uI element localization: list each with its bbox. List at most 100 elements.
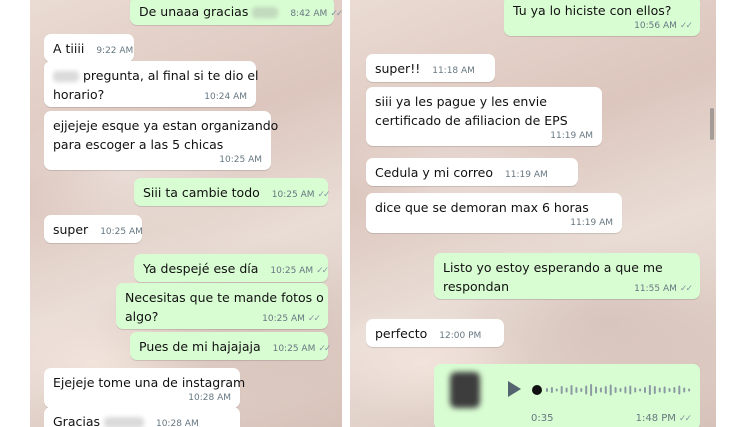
waveform-bar bbox=[658, 387, 661, 393]
message-bubble-incoming[interactable]: siii ya les pague y les envie certificad… bbox=[366, 87, 602, 146]
waveform-bar bbox=[595, 386, 597, 394]
message-time: 10:25 AM bbox=[219, 155, 262, 165]
waveform-bar bbox=[634, 387, 637, 393]
waveform-bar bbox=[585, 385, 588, 395]
waveform-bar bbox=[619, 388, 622, 392]
waveform-bar bbox=[639, 388, 642, 392]
message-bubble-outgoing[interactable]: De unaaa gracias 8:42 AM ✓✓ bbox=[130, 0, 342, 25]
message-bubble-incoming[interactable]: pregunta, al final si te dio el horario?… bbox=[44, 61, 259, 107]
message-bubble-outgoing[interactable]: Siii ta cambie todo 10:25 AM ✓✓ bbox=[134, 178, 331, 206]
chat-panel-right: Tu ya lo hiciste con ellos? 10:56 AM ✓✓ s… bbox=[350, 0, 716, 427]
waveform[interactable] bbox=[532, 382, 692, 398]
double-check-icon: ✓✓ bbox=[307, 314, 321, 324]
redacted-name bbox=[53, 71, 79, 82]
message-bubble-incoming[interactable]: super 10:25 AM bbox=[44, 215, 143, 243]
message-time: 10:25 AM bbox=[271, 190, 315, 200]
message-bubble-incoming[interactable]: Cedula y mi correo 11:19 AM bbox=[366, 158, 578, 186]
waveform-bar bbox=[590, 384, 593, 396]
message-text: Ejejeje tome una de instagram bbox=[53, 375, 246, 390]
redacted-name bbox=[252, 7, 279, 18]
waveform-bar bbox=[609, 384, 612, 396]
message-text: Cedula y mi correo bbox=[375, 165, 494, 180]
waveform-bar bbox=[604, 386, 607, 394]
message-text-line2: para escoger a las 5 chicas bbox=[53, 137, 224, 152]
waveform-bar bbox=[683, 387, 686, 393]
waveform-bar bbox=[570, 385, 573, 395]
message-bubble-outgoing[interactable]: Tu ya lo hiciste con ellos? 10:56 AM ✓✓ bbox=[504, 0, 700, 36]
message-bubble-outgoing[interactable]: Necesitas que te mande fotos o algo? 10:… bbox=[116, 283, 328, 329]
waveform-bar bbox=[546, 388, 548, 392]
redacted-name bbox=[104, 417, 144, 427]
scrollbar[interactable] bbox=[710, 108, 714, 140]
message-bubble-incoming[interactable]: ejjejeje esque ya estan organizando para… bbox=[44, 111, 279, 170]
voice-duration: 0:35 bbox=[531, 413, 554, 424]
message-text: A tiiii bbox=[53, 41, 85, 56]
message-time: 8:42 AM bbox=[290, 9, 328, 19]
message-bubble-incoming[interactable]: Gracias 10:28 AM bbox=[44, 407, 240, 427]
message-bubble-incoming[interactable]: dice que se demoran max 6 horas 11:19 AM bbox=[366, 193, 622, 233]
message-time: 10:25 AM bbox=[272, 344, 316, 354]
message-time: 9:22 AM bbox=[96, 46, 134, 56]
message-text: dice que se demoran max 6 horas bbox=[375, 200, 589, 215]
voice-note-bubble[interactable]: 0:35 1:48 PM ✓✓ bbox=[434, 364, 700, 427]
message-bubble-incoming[interactable]: super!! 11:18 AM bbox=[366, 54, 495, 82]
double-check-icon: ✓✓ bbox=[679, 284, 693, 294]
waveform-bar bbox=[555, 388, 558, 392]
message-text-line1: Necesitas que te mande fotos o bbox=[125, 290, 324, 305]
avatar bbox=[450, 372, 480, 408]
waveform-bar bbox=[673, 387, 676, 393]
double-check-icon: ✓✓ bbox=[317, 190, 331, 200]
message-time: 11:19 AM bbox=[550, 131, 593, 141]
waveform-bar bbox=[560, 386, 563, 394]
message-text: super!! bbox=[375, 61, 421, 76]
message-text-line2: certificado de afiliacion de EPS bbox=[375, 113, 568, 128]
waveform-bar bbox=[663, 386, 666, 394]
message-text: perfecto bbox=[375, 326, 428, 341]
message-bubble-incoming[interactable]: Ejejeje tome una de instagram 10:28 AM bbox=[44, 368, 246, 408]
message-time: 10:56 AM bbox=[634, 21, 677, 31]
message-time: 10:25 AM bbox=[100, 227, 143, 237]
playhead[interactable] bbox=[532, 385, 542, 395]
waveform-bar bbox=[599, 387, 602, 393]
waveform-bar bbox=[580, 388, 583, 392]
message-text: De unaaa gracias bbox=[139, 4, 249, 19]
message-text-line1: pregunta, al final si te dio el bbox=[82, 68, 259, 83]
message-text-line1: Listo yo estoy esperando a que me bbox=[443, 260, 663, 275]
message-time: 11:18 AM bbox=[432, 66, 475, 76]
message-text-line1: siii ya les pague y les envie bbox=[375, 94, 547, 109]
waveform-bar bbox=[550, 387, 553, 393]
waveform-bar bbox=[644, 387, 646, 393]
message-time: 10:28 AM bbox=[155, 419, 199, 427]
message-bubble-incoming[interactable]: perfecto 12:00 PM bbox=[366, 319, 504, 347]
message-text-line1: ejjejeje esque ya estan organizando bbox=[53, 118, 279, 133]
waveform-bar bbox=[668, 388, 671, 392]
play-icon[interactable] bbox=[508, 381, 521, 397]
message-time: 11:55 AM bbox=[634, 284, 677, 294]
waveform-bar bbox=[629, 385, 632, 395]
message-text: Ya despejé ese día bbox=[143, 261, 259, 276]
waveform-bar bbox=[575, 387, 578, 393]
waveform-bar bbox=[648, 385, 651, 395]
message-bubble-outgoing[interactable]: Pues de mi hajajaja 10:25 AM ✓✓ bbox=[130, 332, 331, 360]
message-bubble-outgoing[interactable]: Listo yo estoy esperando a que me respon… bbox=[434, 253, 700, 299]
message-time: 10:25 AM bbox=[270, 266, 314, 276]
message-time: 11:19 AM bbox=[505, 170, 548, 180]
message-time: 12:00 PM bbox=[439, 331, 482, 341]
double-check-icon: ✓✓ bbox=[316, 266, 329, 276]
message-time: 10:25 AM bbox=[262, 314, 305, 324]
waveform-bar bbox=[614, 387, 617, 393]
message-bubble-outgoing[interactable]: Ya despejé ese día 10:25 AM ✓✓ bbox=[134, 254, 329, 282]
message-time: 11:19 AM bbox=[570, 218, 613, 228]
message-time: 10:28 AM bbox=[188, 393, 231, 403]
waveform-bar bbox=[678, 385, 681, 395]
message-bubble-incoming[interactable]: A tiiii 9:22 AM bbox=[44, 34, 134, 62]
waveform-bar bbox=[565, 387, 568, 393]
message-text: Tu ya lo hiciste con ellos? bbox=[513, 3, 672, 18]
double-check-icon: ✓✓ bbox=[318, 344, 331, 354]
waveform-bar bbox=[653, 386, 656, 394]
double-check-icon: ✓✓ bbox=[679, 21, 693, 31]
message-text: super bbox=[53, 222, 89, 237]
message-text: Gracias bbox=[53, 414, 101, 427]
waveform-bar bbox=[624, 386, 627, 394]
message-text: Siii ta cambie todo bbox=[143, 185, 260, 200]
